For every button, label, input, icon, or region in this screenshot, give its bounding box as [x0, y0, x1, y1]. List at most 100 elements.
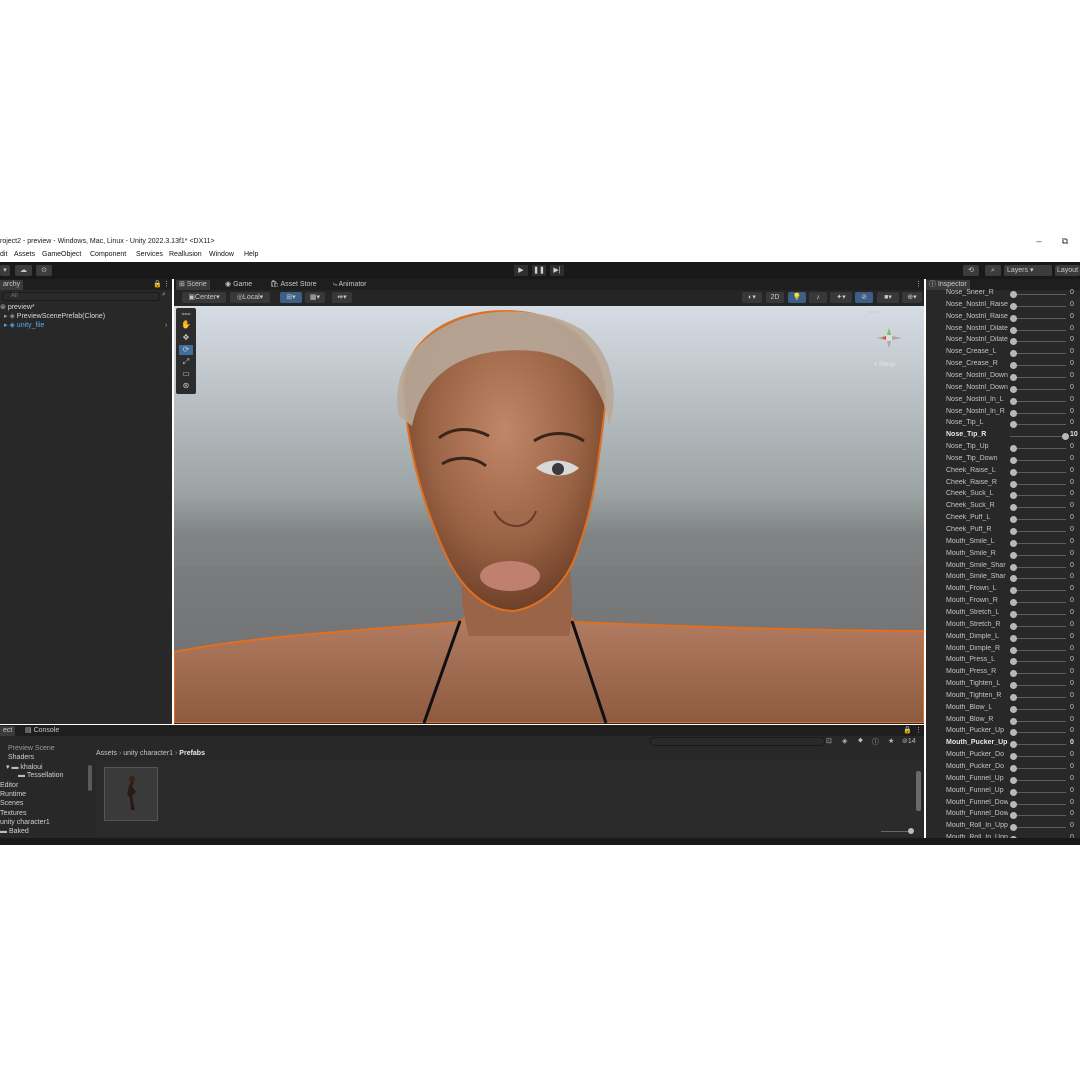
blendshape-slider-knob[interactable]: [1010, 409, 1017, 417]
blendshape-value-field[interactable]: 0: [1070, 763, 1074, 770]
pivot-dropdown[interactable]: ▣Center▾: [182, 292, 226, 303]
tree-item[interactable]: ▬ Tessellation: [18, 772, 63, 779]
menu-edit[interactable]: dit: [0, 251, 7, 258]
blendshape-slider-track[interactable]: [1010, 400, 1066, 402]
thumbnail-size-slider[interactable]: [881, 831, 911, 832]
breadcrumb-unity-character[interactable]: unity character1: [123, 750, 173, 757]
blendshape-slider-knob[interactable]: [1010, 539, 1017, 547]
blendshape-slider-track[interactable]: [1010, 412, 1066, 414]
blendshape-slider-track[interactable]: [1010, 424, 1066, 426]
breadcrumb-prefabs[interactable]: Prefabs: [179, 750, 205, 757]
blendshape-row[interactable]: Mouth_Pucker_Up 0: [926, 726, 1080, 738]
blendshape-slider-track[interactable]: [1010, 661, 1066, 663]
grid-snap-icon[interactable]: ⊞▾: [280, 292, 302, 303]
blendshape-value-field[interactable]: 0: [1070, 289, 1074, 296]
blendshape-row[interactable]: Nose_Tip_Up 0: [926, 442, 1080, 454]
blendshape-slider-track[interactable]: [1010, 471, 1066, 473]
blendshape-row[interactable]: Mouth_Press_R 0: [926, 667, 1080, 679]
blendshape-value-field[interactable]: 0: [1070, 609, 1074, 616]
blendshape-value-field[interactable]: 0: [1070, 526, 1074, 533]
blendshape-value-field[interactable]: 0: [1070, 455, 1074, 462]
blendshape-slider-track[interactable]: [1010, 720, 1066, 722]
blendshape-value-field[interactable]: 0: [1070, 692, 1074, 699]
blendshape-slider-knob[interactable]: [1010, 326, 1017, 334]
blendshape-slider-knob[interactable]: [1010, 729, 1017, 737]
blendshape-value-field[interactable]: 0: [1070, 716, 1074, 723]
blendshape-row[interactable]: Mouth_Pucker_Do 0: [926, 762, 1080, 774]
blendshape-slider-knob[interactable]: [1010, 492, 1017, 500]
create-icon[interactable]: ⊡: [826, 737, 832, 745]
blendshape-slider-track[interactable]: [1010, 649, 1066, 651]
blendshape-value-field[interactable]: 0: [1070, 645, 1074, 652]
hierarchy-search-input[interactable]: All: [2, 292, 160, 301]
blendshape-row[interactable]: Mouth_Tighten_L 0: [926, 679, 1080, 691]
blendshape-slider-track[interactable]: [1010, 827, 1066, 829]
blendshape-value-field[interactable]: 0: [1070, 727, 1074, 734]
blendshape-slider-knob[interactable]: [1010, 291, 1017, 298]
blendshape-slider-track[interactable]: [1010, 305, 1066, 307]
search-icon[interactable]: ⌕: [985, 265, 1001, 276]
menu-window[interactable]: Window: [209, 251, 234, 258]
blendshape-row[interactable]: Nose_Nostril_In_L 0: [926, 395, 1080, 407]
blendshape-slider-track[interactable]: [1010, 685, 1066, 687]
blendshape-slider-knob[interactable]: [1010, 765, 1017, 772]
blendshape-row[interactable]: Mouth_Pucker_Up 0: [926, 738, 1080, 750]
blendshape-row[interactable]: Mouth_Smile_Shar 0: [926, 561, 1080, 573]
blendshape-row[interactable]: Cheek_Raise_L 0: [926, 466, 1080, 478]
play-button[interactable]: ▶: [514, 265, 528, 276]
blendshape-slider-track[interactable]: [1010, 637, 1066, 639]
blendshape-row[interactable]: Nose_Tip_L 0: [926, 418, 1080, 430]
filter-label-icon[interactable]: ⬥: [858, 737, 863, 745]
blendshape-slider-knob[interactable]: [1010, 528, 1017, 535]
blendshape-row[interactable]: Mouth_Press_L 0: [926, 655, 1080, 667]
blendshape-slider-knob[interactable]: [1010, 753, 1017, 761]
blendshape-slider-track[interactable]: [1010, 495, 1066, 497]
blendshape-value-field[interactable]: 0: [1070, 787, 1074, 794]
blendshape-row[interactable]: Mouth_Dimple_R 0: [926, 644, 1080, 656]
lighting-icon[interactable]: 💡: [788, 292, 806, 303]
move-tool-icon[interactable]: ✥: [179, 333, 193, 343]
blendshape-row[interactable]: Cheek_Suck_R 0: [926, 501, 1080, 513]
blendshape-value-field[interactable]: 0: [1070, 751, 1074, 758]
blendshape-value-field[interactable]: 0: [1070, 502, 1074, 509]
blendshape-slider-track[interactable]: [1010, 768, 1066, 769]
prefab-thumbnail[interactable]: [104, 767, 158, 821]
menu-services[interactable]: Services: [136, 251, 163, 258]
scale-tool-icon[interactable]: ⤢: [179, 357, 193, 367]
blendshape-value-field[interactable]: 0: [1070, 467, 1074, 474]
blendshape-slider-track[interactable]: [1010, 294, 1066, 295]
menu-help[interactable]: Help: [244, 251, 258, 258]
blendshape-value-field[interactable]: 0: [1070, 325, 1074, 332]
blendshape-slider-knob[interactable]: [1010, 373, 1017, 381]
blendshape-slider-knob[interactable]: [1010, 504, 1017, 512]
blendshape-slider-track[interactable]: [1010, 779, 1066, 781]
blendshape-slider-knob[interactable]: [1010, 610, 1017, 618]
blendshape-slider-knob[interactable]: [1010, 682, 1017, 690]
blendshape-slider-track[interactable]: [1010, 625, 1066, 627]
blendshape-slider-knob[interactable]: [1010, 480, 1017, 488]
blendshape-slider-track[interactable]: [1010, 483, 1066, 485]
blendshape-value-field[interactable]: 0: [1070, 336, 1074, 343]
blendshape-row[interactable]: Mouth_Funnel_Dow 0: [926, 798, 1080, 810]
blendshape-slider-knob[interactable]: [1010, 385, 1017, 393]
blendshape-value-field[interactable]: 0: [1070, 597, 1074, 604]
tree-item[interactable]: ▬ Baked: [0, 828, 29, 835]
blendshape-slider-knob[interactable]: [1010, 658, 1017, 666]
audio-icon[interactable]: ♪: [809, 292, 827, 303]
tab-console[interactable]: ▤ Console: [22, 726, 62, 736]
blendshape-row[interactable]: Nose_Crease_R 0: [926, 359, 1080, 371]
blendshape-slider-knob[interactable]: [1010, 836, 1017, 838]
drag-handle-icon[interactable]: ===: [179, 310, 193, 320]
blendshape-slider-track[interactable]: [1010, 708, 1066, 710]
project-search-input[interactable]: [650, 737, 825, 746]
chevron-right-icon[interactable]: ›: [165, 322, 167, 329]
blendshape-value-field[interactable]: 0: [1070, 775, 1074, 782]
blendshape-slider-track[interactable]: [1010, 566, 1066, 568]
blendshape-row[interactable]: Nose_Nostril_Raise 0: [926, 300, 1080, 312]
blendshape-value-field[interactable]: 0: [1070, 419, 1074, 426]
restore-button[interactable]: ⧉: [1058, 236, 1072, 248]
blendshape-slider-knob[interactable]: [1010, 314, 1017, 322]
more-menu-icon[interactable]: ⋮: [912, 726, 925, 736]
blendshape-row[interactable]: Mouth_Funnel_Up 0: [926, 786, 1080, 798]
thumbnail-size-knob[interactable]: [908, 828, 914, 834]
